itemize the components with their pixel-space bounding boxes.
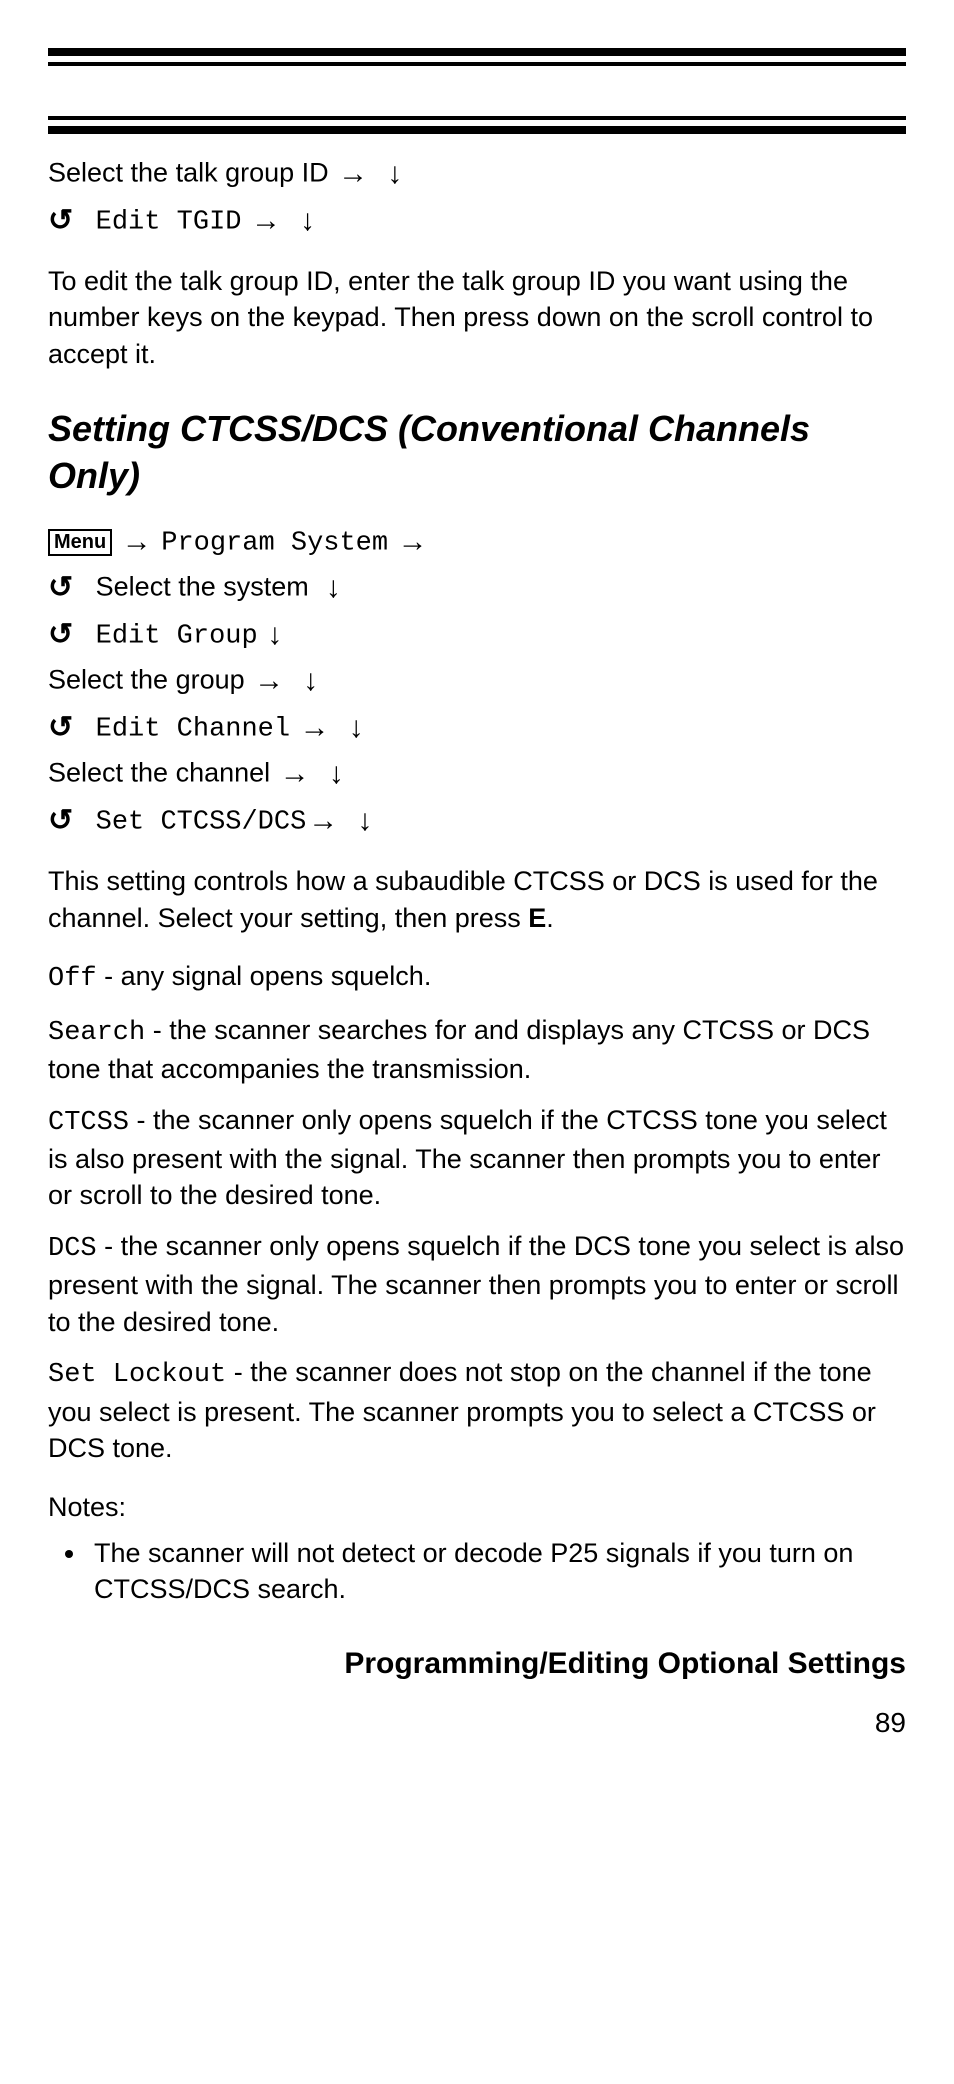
option-ctcss: CTCSS - the scanner only opens squelch i… xyxy=(48,1102,906,1214)
arrow-right-icon: → xyxy=(300,708,330,749)
rotate-icon: ↺ xyxy=(48,568,73,609)
arrow-right-icon: → xyxy=(280,754,310,795)
arrow-right-icon: → xyxy=(398,522,428,563)
option-label: Set Lockout xyxy=(48,1360,226,1390)
arrow-down-icon: ↓ xyxy=(357,801,372,842)
option-text: - the scanner only opens squelch if the … xyxy=(48,1105,887,1211)
option-label: Search xyxy=(48,1018,145,1048)
step-text: Select the system xyxy=(96,572,309,602)
menu-chip: Menu xyxy=(48,529,112,556)
arrow-right-icon: → xyxy=(122,522,152,563)
option-text: - the scanner searches for and displays … xyxy=(48,1015,870,1084)
notes-list: The scanner will not detect or decode P2… xyxy=(48,1535,906,1608)
option-dcs: DCS - the scanner only opens squelch if … xyxy=(48,1228,906,1340)
step-text: Select the talk group ID xyxy=(48,157,329,187)
step-edit-tgid: ↺ Edit TGID → ↓ xyxy=(48,201,906,242)
arrow-right-icon: → xyxy=(308,801,338,842)
text: This setting controls how a subaudible C… xyxy=(48,866,878,932)
step-set-ctcss: ↺ Set CTCSS/DCS→ ↓ xyxy=(48,801,906,842)
option-search: Search - the scanner searches for and di… xyxy=(48,1012,906,1088)
option-label: DCS xyxy=(48,1234,97,1264)
rule-top-thick xyxy=(48,48,906,56)
arrow-down-icon: ↓ xyxy=(303,661,318,702)
arrow-down-icon: ↓ xyxy=(387,154,402,195)
step-select-group: Select the group → ↓ xyxy=(48,661,906,702)
footer-section-title: Programming/Editing Optional Settings xyxy=(48,1644,906,1685)
step-edit-group: ↺ Edit Group ↓ xyxy=(48,615,906,656)
rotate-icon: ↺ xyxy=(48,801,73,842)
page-number: 89 xyxy=(48,1704,906,1742)
list-item: The scanner will not detect or decode P2… xyxy=(88,1535,906,1608)
arrow-down-icon: ↓ xyxy=(329,754,344,795)
menu-item: Program System xyxy=(161,528,388,558)
option-label: CTCSS xyxy=(48,1108,129,1138)
step-text: Select the group xyxy=(48,665,245,695)
text: . xyxy=(546,903,554,933)
menu-item: Edit TGID xyxy=(96,207,242,237)
rule-mid-thick xyxy=(48,126,906,134)
step-select-system: ↺ Select the system ↓ xyxy=(48,568,906,609)
arrow-down-icon: ↓ xyxy=(300,201,315,242)
arrow-down-icon: ↓ xyxy=(349,708,364,749)
step-menu-program-system: Menu → Program System → xyxy=(48,522,906,563)
menu-item: Edit Group xyxy=(96,621,258,651)
rule-top-thin xyxy=(48,62,906,66)
arrow-right-icon: → xyxy=(338,154,368,195)
rotate-icon: ↺ xyxy=(48,615,73,656)
option-set-lockout: Set Lockout - the scanner does not stop … xyxy=(48,1354,906,1466)
option-text: - any signal opens squelch. xyxy=(97,961,432,991)
paragraph-control-desc: This setting controls how a subaudible C… xyxy=(48,863,906,936)
option-label: Off xyxy=(48,964,97,994)
arrow-right-icon: → xyxy=(254,661,284,702)
option-off: Off - any signal opens squelch. xyxy=(48,958,906,997)
arrow-right-icon: → xyxy=(251,201,281,242)
menu-item: Edit Channel xyxy=(96,714,290,744)
rotate-icon: ↺ xyxy=(48,708,73,749)
rule-mid-thin xyxy=(48,116,906,120)
menu-item: Set CTCSS/DCS xyxy=(96,807,307,837)
section-heading: Setting CTCSS/DCS (Conventional Channels… xyxy=(48,406,906,500)
option-text: - the scanner only opens squelch if the … xyxy=(48,1231,904,1337)
step-edit-channel: ↺ Edit Channel → ↓ xyxy=(48,708,906,749)
step-select-channel: Select the channel → ↓ xyxy=(48,754,906,795)
key-e: E xyxy=(528,903,546,933)
step-text: Select the channel xyxy=(48,758,270,788)
arrow-down-icon: ↓ xyxy=(326,568,341,609)
rotate-icon: ↺ xyxy=(48,201,73,242)
arrow-down-icon: ↓ xyxy=(267,615,282,656)
step-select-tgid: Select the talk group ID → ↓ xyxy=(48,154,906,195)
notes-label: Notes: xyxy=(48,1489,906,1525)
paragraph-edit-tgid: To edit the talk group ID, enter the tal… xyxy=(48,263,906,372)
